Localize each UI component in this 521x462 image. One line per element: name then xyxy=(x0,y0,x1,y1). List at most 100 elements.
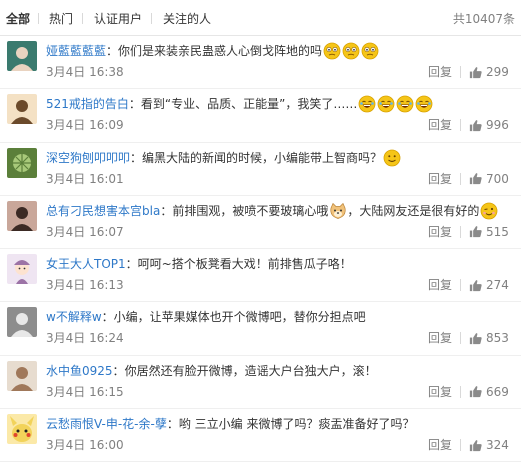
user-avatar[interactable] xyxy=(7,200,37,231)
comment-item: 521戒指的告白：看到“专业、品质、正能量”，我笑了…… 3月4日 16:09 … xyxy=(0,89,521,143)
reply-link[interactable]: 回复 xyxy=(428,331,452,345)
comment-item: 云愁雨恨V-申-花-余-孽：哟 三立小编 来微博了吗？痰盂准备好了吗？ 3月4日… xyxy=(0,409,521,462)
comment-username-link[interactable]: 总有刁民想害本宫bla xyxy=(46,204,160,218)
smile-emoji-icon xyxy=(383,149,401,166)
comment-item: w不解释w：小编，让苹果媒体也开个微博吧，替你分担点吧 3月4日 16:24 回… xyxy=(0,302,521,356)
tab-following[interactable]: 关注的人 xyxy=(163,12,211,26)
comment-body: 总有刁民想害本宫bla：前排围观，被喷不要玻璃心哦 ，大陆网友还是很有好的 xyxy=(46,202,511,222)
tab-divider xyxy=(38,13,39,24)
thumbs-up-icon xyxy=(468,171,483,186)
username-colon: ： xyxy=(106,44,119,58)
reply-link[interactable]: 回复 xyxy=(428,225,452,239)
reply-link[interactable]: 回复 xyxy=(428,172,452,186)
action-divider xyxy=(460,225,461,238)
like-button[interactable]: 274 xyxy=(468,277,509,293)
tab-all[interactable]: 全部 xyxy=(6,12,30,26)
comment-total-count: 共10407条 xyxy=(452,12,515,26)
thumbs-up-icon xyxy=(468,65,483,80)
comment-text: 你居然还有脸开微博，造谣大户台独大户，滚！ xyxy=(124,363,377,378)
comment-body: 女王大人TOP1：呵呵~搭个板凳看大戏！前排售瓜子咯！ xyxy=(46,255,511,275)
comment-username-link[interactable]: 深空狗刨叩叩叩 xyxy=(46,151,130,165)
user-avatar[interactable] xyxy=(7,307,37,338)
comment-username-link[interactable]: 521戒指的告白 xyxy=(46,97,129,111)
comment-username-link[interactable]: 水中鱼0925 xyxy=(46,364,113,378)
reply-link[interactable]: 回复 xyxy=(428,438,452,452)
username-colon: ： xyxy=(160,203,173,218)
tab-verified-users[interactable]: 认证用户 xyxy=(94,12,142,26)
comment-text-continued: ，大陆网友还是很有好的 xyxy=(347,203,480,218)
reply-link[interactable]: 回复 xyxy=(428,118,452,132)
action-divider xyxy=(460,279,461,292)
user-avatar[interactable] xyxy=(7,41,37,71)
like-count: 299 xyxy=(486,65,509,79)
comment-list: 娅藍藍藍藍：你们是来装亲民蛊惑人心倒戈阵地的吗 3月4日 16:38 回复 29… xyxy=(0,36,521,462)
user-avatar[interactable] xyxy=(7,360,37,391)
like-count: 853 xyxy=(486,331,509,346)
action-divider xyxy=(460,385,461,398)
action-divider xyxy=(460,332,461,345)
like-button[interactable]: 853 xyxy=(468,330,509,346)
thumbs-up-icon xyxy=(468,118,483,133)
action-divider xyxy=(460,119,461,132)
comment-item: 娅藍藍藍藍：你们是来装亲民蛊惑人心倒戈阵地的吗 3月4日 16:38 回复 29… xyxy=(0,36,521,90)
comment-timestamp: 3月4日 16:07 xyxy=(46,224,124,239)
username-colon: ： xyxy=(166,417,179,432)
thumbs-up-icon xyxy=(468,331,483,346)
like-button[interactable]: 700 xyxy=(468,171,509,187)
reply-link[interactable]: 回复 xyxy=(428,65,452,79)
tab-divider xyxy=(151,13,152,24)
comment-item: 深空狗刨叩叩叩：编黑大陆的新闻的时候，小编能带上智商吗？ 3月4日 16:01 … xyxy=(0,142,521,196)
like-count: 669 xyxy=(486,384,509,399)
like-button[interactable]: 515 xyxy=(468,224,509,240)
comment-text: 前排围观，被喷不要玻璃心哦 xyxy=(172,203,329,218)
like-count: 515 xyxy=(486,224,509,239)
comment-timestamp: 3月4日 16:38 xyxy=(46,65,124,79)
thumbs-up-icon xyxy=(468,278,483,293)
comment-text: 你们是来装亲民蛊惑人心倒戈阵地的吗 xyxy=(118,44,323,58)
comment-body: 云愁雨恨V-申-花-余-孽：哟 三立小编 来微博了吗？痰盂准备好了吗？ xyxy=(46,415,511,435)
laughing-emoji-icon xyxy=(358,95,376,113)
laughing-emoji-icon xyxy=(377,95,395,113)
confused-emoji-icon xyxy=(361,42,379,60)
like-button[interactable]: 669 xyxy=(468,384,509,400)
comment-timestamp: 3月4日 16:00 xyxy=(46,438,124,453)
like-count: 274 xyxy=(486,278,509,293)
comment-username-link[interactable]: 云愁雨恨V-申-花-余-孽 xyxy=(46,417,167,431)
comment-item: 女王大人TOP1：呵呵~搭个板凳看大戏！前排售瓜子咯！ 3月4日 16:13 回… xyxy=(0,249,521,303)
thumbs-up-icon xyxy=(468,438,483,453)
user-avatar[interactable] xyxy=(7,147,37,178)
user-avatar[interactable] xyxy=(7,94,37,125)
comment-username-link[interactable]: 女王大人TOP1 xyxy=(46,257,126,271)
comment-body: 娅藍藍藍藍：你们是来装亲民蛊惑人心倒戈阵地的吗 xyxy=(46,42,511,62)
like-count: 996 xyxy=(486,118,509,133)
username-colon: ： xyxy=(130,150,143,165)
comment-username-link[interactable]: w不解释w xyxy=(46,310,102,324)
user-avatar[interactable] xyxy=(7,254,37,285)
comment-text: 小编，让苹果媒体也开个微博吧，替你分担点吧 xyxy=(113,310,366,325)
tab-hot[interactable]: 热门 xyxy=(49,12,73,26)
like-button[interactable]: 324 xyxy=(468,437,509,453)
comment-timestamp: 3月4日 16:01 xyxy=(46,171,124,186)
comment-text: 编黑大陆的新闻的时候，小编能带上智商吗？ xyxy=(142,150,383,165)
comment-username-link[interactable]: 娅藍藍藍藍 xyxy=(46,44,106,58)
reply-link[interactable]: 回复 xyxy=(428,278,452,292)
thumbs-up-icon xyxy=(468,384,483,399)
comment-timestamp: 3月4日 16:09 xyxy=(46,118,124,133)
username-colon: ： xyxy=(125,257,138,272)
laughing-emoji-icon xyxy=(415,95,433,113)
comment-item: 水中鱼0925：你居然还有脸开微博，造谣大户台独大户，滚！ 3月4日 16:15… xyxy=(0,355,521,410)
reply-link[interactable]: 回复 xyxy=(428,385,452,399)
user-avatar[interactable] xyxy=(7,414,37,445)
laughing-emoji-icon xyxy=(396,95,414,113)
thumbs-up-icon xyxy=(468,224,483,239)
comment-timestamp: 3月4日 16:13 xyxy=(46,278,124,293)
wink-emoji-icon xyxy=(480,202,498,220)
comment-timestamp: 3月4日 16:15 xyxy=(46,384,124,399)
like-button[interactable]: 996 xyxy=(468,117,509,133)
comment-text: 哟 三立小编 来微博了吗？痰盂准备好了吗？ xyxy=(178,417,415,432)
action-divider xyxy=(460,439,461,452)
comment-body: 深空狗刨叩叩叩：编黑大陆的新闻的时候，小编能带上智商吗？ xyxy=(46,149,511,169)
action-divider xyxy=(460,66,461,78)
comment-text: 看到“专业、品质、正能量”，我笑了…… xyxy=(140,97,358,112)
like-button[interactable]: 299 xyxy=(468,64,509,80)
